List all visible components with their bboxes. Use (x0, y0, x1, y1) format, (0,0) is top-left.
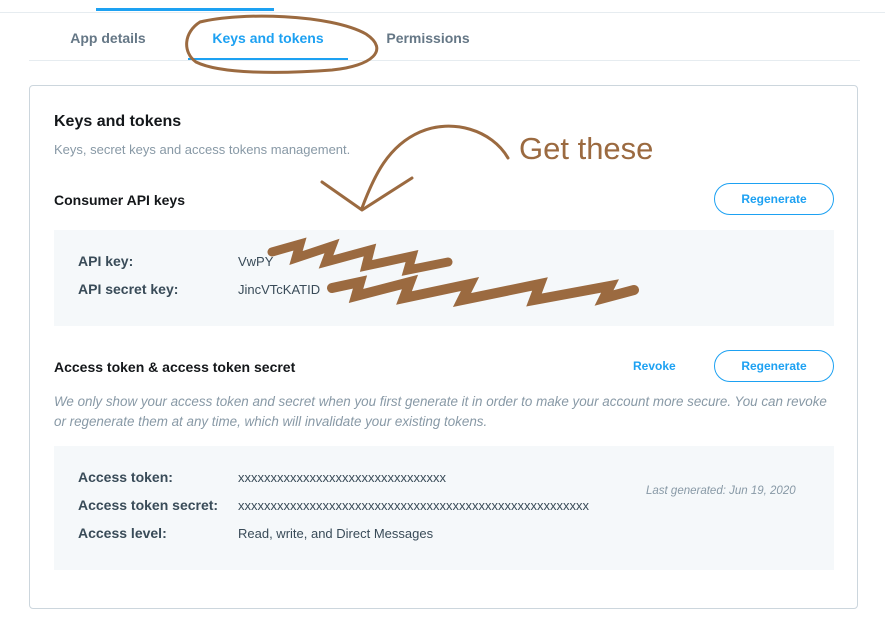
tab-keys-and-tokens[interactable]: Keys and tokens (188, 20, 348, 60)
access-token-secret-value: xxxxxxxxxxxxxxxxxxxxxxxxxxxxxxxxxxxxxxxx… (238, 498, 589, 513)
access-token-note: We only show your access token and secre… (54, 394, 827, 429)
access-token-title: Access token & access token secret (54, 359, 296, 375)
api-key-label: API key: (78, 253, 134, 269)
access-token-label: Access token: (78, 469, 173, 485)
api-key-value: VwPY (238, 254, 274, 269)
tab-app-details[interactable]: App details (49, 20, 167, 60)
api-secret-key-label: API secret key: (78, 281, 179, 297)
consumer-keys-panel (54, 230, 834, 326)
top-nav-active-indicator (96, 8, 274, 11)
access-token-value: xxxxxxxxxxxxxxxxxxxxxxxxxxxxxxxx (238, 470, 446, 485)
page-title: Keys and tokens (54, 113, 182, 130)
consumer-keys-title: Consumer API keys (54, 192, 185, 208)
page-subtitle: Keys, secret keys and access tokens mana… (54, 142, 351, 157)
tab-bar: App details Keys and tokens Permissions (29, 20, 860, 61)
access-token-secret-label: Access token secret: (78, 497, 219, 513)
api-secret-key-value: JincVTcKATID (238, 282, 321, 297)
revoke-button[interactable]: Revoke (633, 359, 676, 373)
access-regenerate-button[interactable]: Regenerate (714, 350, 834, 382)
tab-permissions[interactable]: Permissions (368, 20, 488, 60)
access-level-label: Access level: (78, 525, 167, 541)
top-divider (0, 12, 885, 13)
consumer-regenerate-button[interactable]: Regenerate (714, 183, 834, 215)
access-level-value: Read, write, and Direct Messages (238, 526, 434, 541)
annotation-get-these: Get these (519, 131, 654, 166)
last-generated-text: Last generated: Jun 19, 2020 (646, 485, 796, 497)
